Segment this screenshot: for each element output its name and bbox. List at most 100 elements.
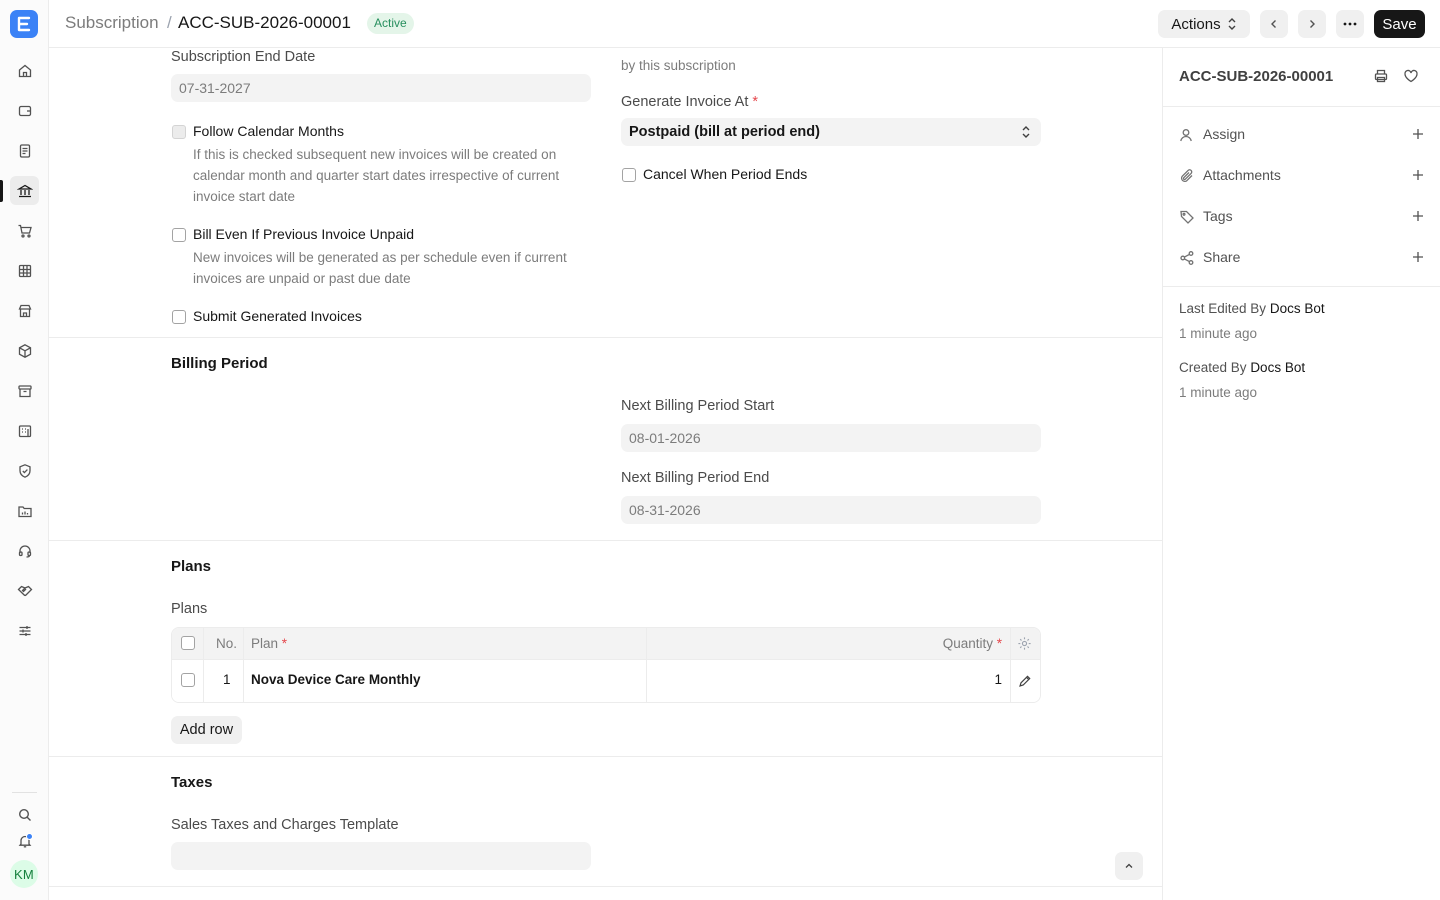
sidebar-item-label: Assign: [1203, 126, 1246, 142]
next-billing-start-field[interactable]: 08-01-2026: [621, 424, 1041, 452]
printer-icon[interactable]: [1373, 68, 1389, 84]
bell-icon[interactable]: [10, 826, 39, 855]
table-row[interactable]: 1 Nova Device Care Monthly 1: [172, 660, 1040, 702]
last-edited-user[interactable]: Docs Bot: [1270, 301, 1325, 316]
more-options-button[interactable]: [1336, 10, 1364, 38]
heart-icon[interactable]: [1403, 68, 1419, 84]
bill-even-if-unpaid-label: Bill Even If Previous Invoice Unpaid: [193, 226, 414, 242]
last-edited-prefix: Last Edited By: [1179, 301, 1267, 316]
plans-table: No. Plan * Quantity * 1 Nova Device Care…: [171, 627, 1041, 703]
store-icon[interactable]: [10, 296, 39, 325]
factory-icon[interactable]: [10, 416, 39, 445]
sidebar-item-share[interactable]: Share: [1179, 248, 1425, 268]
follow-calendar-months-help-3: invoice start date: [193, 189, 296, 204]
previous-button[interactable]: [1260, 10, 1288, 38]
section-divider: [49, 337, 1162, 338]
column-header-quantity: Quantity *: [942, 636, 1002, 651]
user-avatar[interactable]: KM: [10, 860, 38, 888]
follow-calendar-months-checkbox[interactable]: [172, 125, 186, 139]
next-billing-start-label: Next Billing Period Start: [621, 398, 775, 414]
package-icon[interactable]: [10, 336, 39, 365]
tag-icon: [1179, 209, 1195, 225]
follow-calendar-months-label: Follow Calendar Months: [193, 123, 344, 139]
column-header-plan: Plan *: [251, 636, 288, 651]
bank-icon[interactable]: [10, 176, 39, 205]
shield-icon[interactable]: [10, 456, 39, 485]
table-icon[interactable]: [10, 256, 39, 285]
plans-table-label: Plans: [171, 601, 208, 617]
column-divider: [1010, 628, 1011, 702]
sliders-icon[interactable]: [10, 616, 39, 645]
next-billing-end-field[interactable]: 08-31-2026: [621, 496, 1041, 524]
top-bar: Subscription / ACC-SUB-2026-00001 Active…: [49, 0, 1440, 48]
created-info: Created By Docs Bot: [1179, 360, 1305, 375]
section-divider: [49, 540, 1162, 541]
column-header-no: No.: [216, 636, 238, 651]
share-icon: [1179, 250, 1195, 266]
save-button[interactable]: Save: [1374, 10, 1425, 38]
bill-even-if-unpaid-help-2: invoices are unpaid or past due date: [193, 271, 411, 286]
home-icon[interactable]: [10, 56, 39, 85]
row-checkbox[interactable]: [181, 673, 195, 687]
taxes-section-title: Taxes: [171, 774, 213, 791]
cancel-when-period-ends-checkbox[interactable]: [622, 168, 636, 182]
cart-icon[interactable]: [10, 216, 39, 245]
follow-calendar-months-help-2: calendar month and quarter start dates i…: [193, 168, 560, 183]
row-quantity[interactable]: 1: [994, 672, 1002, 687]
chevron-up-icon: [1124, 861, 1134, 871]
bill-even-if-unpaid-checkbox[interactable]: [172, 228, 186, 242]
last-edited-time: 1 minute ago: [1179, 326, 1258, 341]
folder-chart-icon[interactable]: [10, 496, 39, 525]
document-icon[interactable]: [10, 136, 39, 165]
generate-new-invoices-help-tail: by this subscription: [621, 58, 736, 73]
wallet-icon[interactable]: [10, 96, 39, 125]
app-logo[interactable]: [10, 10, 38, 38]
column-divider: [203, 628, 204, 702]
plus-icon[interactable]: [1411, 250, 1425, 264]
sidebar-divider: [1163, 106, 1440, 107]
row-number: 1: [223, 672, 231, 687]
select-all-checkbox[interactable]: [181, 636, 195, 650]
form-area: by this subscription Subscription End Da…: [49, 48, 1162, 900]
generate-invoice-at-label-text: Generate Invoice At: [621, 94, 749, 110]
sidebar-item-label: Attachments: [1203, 167, 1281, 183]
headset-icon[interactable]: [10, 536, 39, 565]
sidebar-item-assign[interactable]: Assign: [1179, 125, 1425, 145]
paperclip-icon: [1179, 168, 1195, 184]
table-header: No. Plan * Quantity *: [172, 628, 1040, 660]
subscription-end-date-field[interactable]: 07-31-2027: [171, 74, 591, 102]
sidebar-item-tags[interactable]: Tags: [1179, 207, 1425, 227]
created-user[interactable]: Docs Bot: [1250, 360, 1305, 375]
bill-even-if-unpaid-help-1: New invoices will be generated as per sc…: [193, 250, 567, 265]
edit-pencil-icon[interactable]: [1018, 674, 1032, 691]
submit-generated-invoices-checkbox[interactable]: [172, 310, 186, 324]
column-header-plan-text: Plan: [251, 636, 279, 651]
sidebar-item-attachments[interactable]: Attachments: [1179, 166, 1425, 186]
sidebar-doc-name: ACC-SUB-2026-00001: [1179, 68, 1334, 85]
search-icon[interactable]: [10, 800, 39, 829]
sales-taxes-template-field[interactable]: [171, 842, 591, 870]
handshake-icon[interactable]: [10, 576, 39, 605]
breadcrumb-subscription[interactable]: Subscription: [65, 13, 159, 33]
actions-button[interactable]: Actions: [1158, 10, 1250, 38]
section-divider: [49, 756, 1162, 757]
column-divider: [646, 628, 647, 702]
row-plan[interactable]: Nova Device Care Monthly: [251, 672, 421, 687]
plus-icon[interactable]: [1411, 168, 1425, 182]
archive-icon[interactable]: [10, 376, 39, 405]
column-header-quantity-text: Quantity: [942, 636, 993, 651]
generate-invoice-at-select[interactable]: Postpaid (bill at period end): [621, 118, 1041, 146]
scroll-to-top-button[interactable]: [1115, 852, 1143, 880]
user-icon: [1179, 127, 1195, 143]
next-button[interactable]: [1298, 10, 1326, 38]
document-sidebar: ACC-SUB-2026-00001 Assign Attachments Ta…: [1162, 48, 1440, 900]
add-row-button[interactable]: Add row: [171, 716, 242, 744]
settings-icon[interactable]: [1017, 636, 1032, 654]
sidebar-item-label: Share: [1203, 249, 1241, 265]
status-badge: Active: [367, 13, 414, 34]
sales-taxes-template-label: Sales Taxes and Charges Template: [171, 817, 399, 833]
plus-icon[interactable]: [1411, 127, 1425, 141]
plus-icon[interactable]: [1411, 209, 1425, 223]
cancel-when-period-ends-label: Cancel When Period Ends: [643, 166, 808, 182]
more-horizontal-icon: [1343, 22, 1357, 26]
